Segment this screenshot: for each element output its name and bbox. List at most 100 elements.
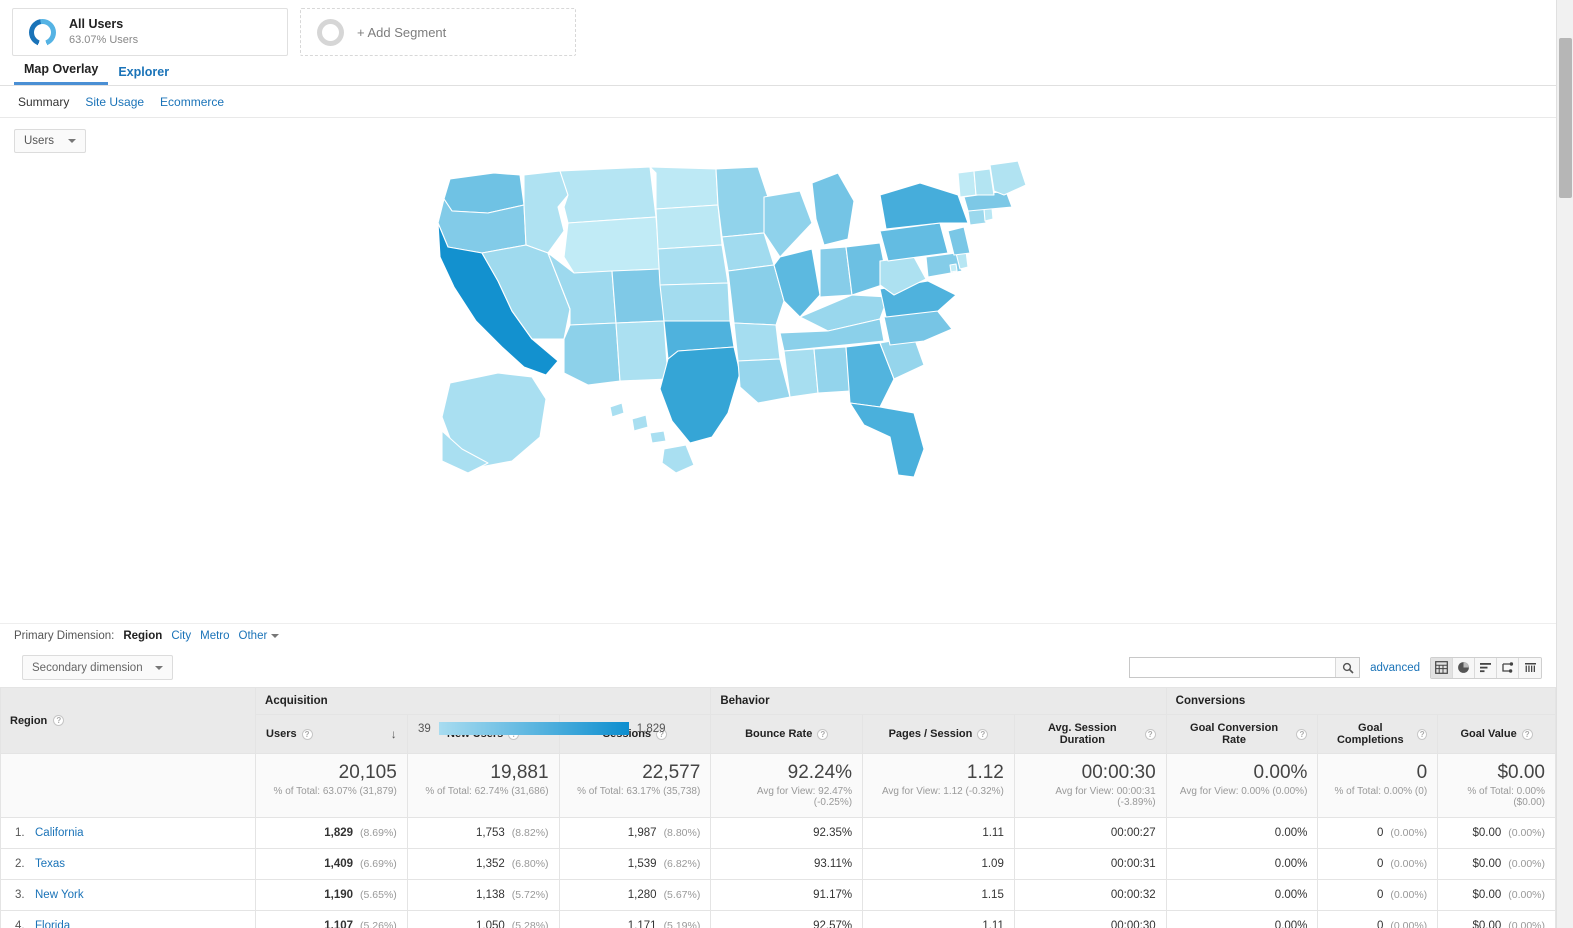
map-region-south-dakota[interactable] <box>655 204 723 250</box>
chevron-down-icon <box>271 634 280 638</box>
chevron-down-icon <box>68 139 77 143</box>
table-view-icon[interactable] <box>1431 657 1453 678</box>
region-link[interactable]: Florida <box>35 920 70 928</box>
primary-dimension-region[interactable]: Region <box>123 630 162 642</box>
map-region-north-dakota[interactable] <box>649 166 719 210</box>
map-region-wyoming[interactable] <box>563 216 661 274</box>
page-scrollbar[interactable] <box>1556 0 1573 928</box>
cell-value: 1,138 <box>476 889 505 901</box>
help-icon[interactable]: ? <box>301 728 313 740</box>
map-region-arizona[interactable] <box>563 322 621 386</box>
column-header-avg-session-duration[interactable]: Avg. Session Duration? <box>1013 714 1167 754</box>
region-link[interactable]: California <box>35 827 84 839</box>
summary-value: 0.00% <box>1253 762 1308 783</box>
help-icon[interactable]: ? <box>1417 728 1428 740</box>
map-region-hawaii-1[interactable] <box>609 402 625 418</box>
map-region-colorado[interactable] <box>611 268 665 324</box>
map-region-vermont[interactable] <box>957 170 977 198</box>
table-header-region[interactable]: Region ? <box>0 687 257 754</box>
map-region-district-of-columbia[interactable] <box>949 263 958 273</box>
map-region-hawaii-2[interactable] <box>631 414 649 432</box>
map-region-missouri[interactable] <box>727 264 785 326</box>
map-region-wisconsin[interactable] <box>763 190 813 258</box>
map-region-arkansas[interactable] <box>733 322 781 362</box>
map-region-minnesota[interactable] <box>715 166 769 238</box>
subtab-ecommerce[interactable]: Ecommerce <box>160 95 224 109</box>
cell-value: 00:00:27 <box>1110 827 1156 839</box>
table-row[interactable]: 3. New York 1,190 (5.65%) 1,138 (5.72%) 1,280 (… <box>0 879 1556 911</box>
map-region-hawaii-3[interactable] <box>649 430 667 444</box>
map-region-kansas[interactable] <box>659 282 731 322</box>
bar-view-icon[interactable] <box>1475 657 1497 678</box>
map-region-washington[interactable] <box>443 172 525 214</box>
table-row[interactable]: 2. Texas 1,409 (6.69%) 1,352 (6.80%) 1,539 (6.8… <box>0 848 1556 880</box>
cell-pages-session: 1.15 <box>862 879 1015 911</box>
help-icon[interactable]: ? <box>817 728 829 740</box>
cell-percent: (0.00%) <box>1508 920 1545 928</box>
region-cell: 4. Florida <box>0 910 257 928</box>
subtab-site-usage[interactable]: Site Usage <box>85 95 144 109</box>
map-region-michigan[interactable] <box>811 172 855 246</box>
column-header-goal-conversion-rate[interactable]: Goal Conversion Rate? <box>1165 714 1319 754</box>
map-region-new-jersey[interactable] <box>947 226 971 256</box>
map-region-idaho[interactable] <box>523 170 569 254</box>
primary-dimension-other[interactable]: Other <box>239 630 280 642</box>
map-region-texas[interactable] <box>659 346 741 444</box>
column-header-bounce-rate[interactable]: Bounce Rate? <box>710 714 864 754</box>
metric-select-users[interactable]: Users <box>14 129 87 153</box>
primary-dimension-city[interactable]: City <box>171 630 191 642</box>
column-header-goal-completions[interactable]: Goal Completions? <box>1317 714 1439 754</box>
segment-bar: All Users 63.07% Users + Add Segment <box>0 0 1556 60</box>
map-region-montana[interactable] <box>559 166 657 224</box>
map-region-alabama[interactable] <box>813 346 851 394</box>
search-button[interactable] <box>1335 658 1360 677</box>
summary-subtext: Avg for View: 92.47% (-0.25%) <box>756 786 853 808</box>
help-icon[interactable]: ? <box>1144 728 1156 740</box>
column-header-pages-session[interactable]: Pages / Session? <box>862 714 1015 754</box>
cell-value: 0 <box>1377 920 1384 928</box>
map-region-louisiana[interactable] <box>737 358 791 404</box>
region-link[interactable]: Texas <box>35 858 65 870</box>
map-region-hawaii-4[interactable] <box>661 444 695 474</box>
map-region-new-york[interactable] <box>879 182 969 230</box>
cell-new-users: 1,753 (8.82%) <box>406 817 560 849</box>
tab-map-overlay[interactable]: Map Overlay <box>14 62 109 85</box>
us-choropleth-map[interactable] <box>428 161 1128 581</box>
view-tabs: Map Overlay Explorer <box>0 60 1556 86</box>
help-icon[interactable]: ? <box>977 728 989 740</box>
table-row[interactable]: 4. Florida 1,107 (5.26%) 1,050 (5.28%) 1,171 (5… <box>0 910 1556 928</box>
advanced-link[interactable]: advanced <box>1370 662 1420 674</box>
scrollbar-thumb[interactable] <box>1559 38 1572 198</box>
comparison-view-icon[interactable] <box>1497 657 1519 678</box>
sort-descending-icon[interactable]: ↓ <box>391 727 397 741</box>
help-icon[interactable]: ? <box>53 715 65 726</box>
column-header-users[interactable]: Users? ↓ <box>255 714 408 754</box>
cell-users: 1,409 (6.69%) <box>255 848 408 880</box>
add-segment-label: + Add Segment <box>357 24 447 40</box>
search-input[interactable] <box>1130 658 1336 677</box>
help-icon[interactable]: ? <box>1296 728 1308 740</box>
map-region-iowa[interactable] <box>721 232 775 272</box>
segment-all-users[interactable]: All Users 63.07% Users <box>12 8 288 56</box>
map-region-florida[interactable] <box>849 402 925 478</box>
map-region-connecticut[interactable] <box>967 208 987 226</box>
subtab-summary[interactable]: Summary <box>18 95 69 109</box>
pie-view-icon[interactable] <box>1453 657 1475 678</box>
map-region-nebraska[interactable] <box>657 244 729 286</box>
map-region-mississippi[interactable] <box>783 348 819 398</box>
primary-dimension-metro[interactable]: Metro <box>200 630 229 642</box>
map-region-maine[interactable] <box>989 161 1027 196</box>
region-link[interactable]: New York <box>35 889 84 901</box>
secondary-dimension-button[interactable]: Secondary dimension <box>22 655 173 680</box>
map-region-new-mexico[interactable] <box>615 320 669 382</box>
add-segment-button[interactable]: + Add Segment <box>300 8 576 56</box>
segment-name: All Users <box>69 17 124 31</box>
help-icon[interactable]: ? <box>1521 728 1533 740</box>
table-row[interactable]: 1. California 1,829 (8.69%) 1,753 (8.82%) 1,98… <box>0 817 1556 849</box>
cell-value: 1,190 <box>324 889 354 901</box>
pivot-view-icon[interactable] <box>1519 657 1541 678</box>
tab-explorer[interactable]: Explorer <box>108 65 179 85</box>
column-label: Goal Completions <box>1336 722 1404 746</box>
cell-percent: (5.65%) <box>360 889 397 901</box>
column-header-goal-value[interactable]: Goal Value? <box>1437 714 1556 754</box>
